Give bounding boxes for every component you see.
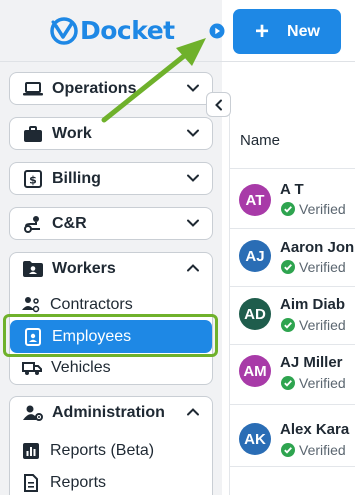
bar-chart-icon: [21, 441, 41, 461]
avatar: AD: [239, 298, 271, 330]
sidebar-group-work[interactable]: Work: [9, 117, 213, 150]
employee-name: Alex Kara: [280, 421, 350, 438]
verified-status: Verified: [281, 317, 346, 333]
table-row[interactable]: AM AJ Miller Verified: [229, 345, 355, 405]
employee-name: A T: [280, 181, 304, 198]
workers-group-header[interactable]: Workers: [10, 253, 212, 284]
chevron-down-icon: [187, 219, 199, 227]
table-row[interactable]: AK Alex Kara Verified: [229, 405, 355, 467]
svg-text:$: $: [29, 173, 37, 186]
chevron-down-icon: [187, 129, 199, 137]
table-row[interactable]: AD Aim Diab Verified: [229, 287, 355, 345]
sidebar-group-label: C&R: [52, 214, 87, 232]
status-text: Verified: [299, 201, 346, 217]
sidebar-group-billing[interactable]: $ Billing: [9, 162, 213, 195]
truck-icon: [22, 358, 42, 378]
header-divider: [0, 61, 355, 62]
sidebar-group-c-and-r[interactable]: C&R: [9, 207, 213, 240]
folder-person-icon: [23, 260, 43, 278]
chevron-down-icon: [187, 174, 199, 182]
administration-group-header[interactable]: Administration: [10, 397, 212, 428]
avatar: AK: [239, 423, 271, 455]
sidebar-item-label: Employees: [52, 327, 132, 345]
chevron-left-icon: [214, 99, 222, 110]
employee-name: AJ Miller: [280, 354, 343, 371]
chevron-up-icon: [187, 264, 199, 272]
sidebar-group-operations[interactable]: Operations: [9, 72, 213, 105]
logo-text: Docket: [80, 16, 175, 45]
route-icon: [23, 215, 43, 233]
contractors-icon: [21, 295, 41, 315]
sidebar-item-reports-beta[interactable]: Reports (Beta): [10, 435, 212, 467]
avatar: AM: [239, 355, 271, 387]
status-text: Verified: [299, 259, 346, 275]
sidebar-item-employees[interactable]: Employees: [10, 320, 212, 353]
dollar-icon: $: [23, 169, 43, 188]
users-gear-icon: [23, 404, 43, 422]
chevron-up-icon: [187, 408, 199, 416]
play-circle-icon[interactable]: [209, 23, 225, 39]
sidebar-group-administration: Administration Reports (Beta) Reports: [9, 396, 213, 495]
briefcase-icon: [23, 125, 43, 143]
sidebar-item-label: Contractors: [50, 296, 133, 313]
verified-status: Verified: [281, 375, 346, 391]
verified-status: Verified: [281, 442, 346, 458]
check-circle-icon: [281, 318, 295, 332]
check-circle-icon: [281, 376, 295, 390]
check-circle-icon: [281, 202, 295, 216]
status-text: Verified: [299, 375, 346, 391]
sidebar-item-reports[interactable]: Reports: [10, 467, 212, 495]
sidebar-group-label: Billing: [52, 169, 101, 187]
check-circle-icon: [281, 260, 295, 274]
table-row[interactable]: AJ Aaron Jon Verified: [229, 229, 355, 287]
docket-logo-icon: [50, 16, 78, 45]
table-row[interactable]: AT A T Verified: [229, 169, 355, 229]
verified-status: Verified: [281, 201, 346, 217]
docket-logo[interactable]: Docket: [50, 16, 175, 45]
column-header-name[interactable]: Name: [240, 132, 280, 149]
employee-name: Aaron Jon: [280, 239, 355, 256]
document-icon: [21, 473, 41, 493]
sidebar-item-label: Reports (Beta): [50, 442, 155, 459]
sidebar-group-label: Operations: [52, 79, 137, 97]
status-text: Verified: [299, 442, 346, 458]
collapse-sidebar-button[interactable]: [206, 92, 231, 117]
plus-icon: +: [255, 17, 270, 45]
new-button[interactable]: + New: [233, 9, 341, 54]
status-text: Verified: [299, 317, 346, 333]
sidebar-group-label: Work: [52, 124, 92, 142]
laptop-icon: [23, 80, 43, 98]
sidebar-item-label: Vehicles: [51, 359, 111, 376]
avatar: AT: [239, 184, 271, 216]
chevron-down-icon: [187, 84, 199, 92]
avatar: AJ: [239, 240, 271, 272]
verified-status: Verified: [281, 259, 346, 275]
employee-name: Aim Diab: [280, 296, 346, 313]
sidebar-item-label: Reports: [50, 474, 107, 491]
badge-icon: [23, 327, 43, 347]
sidebar-group-label: Workers: [52, 259, 116, 277]
check-circle-icon: [281, 443, 295, 457]
new-button-label: New: [287, 22, 320, 40]
sidebar-item-vehicles[interactable]: Vehicles: [11, 352, 211, 384]
sidebar-group-label: Administration: [52, 403, 165, 421]
